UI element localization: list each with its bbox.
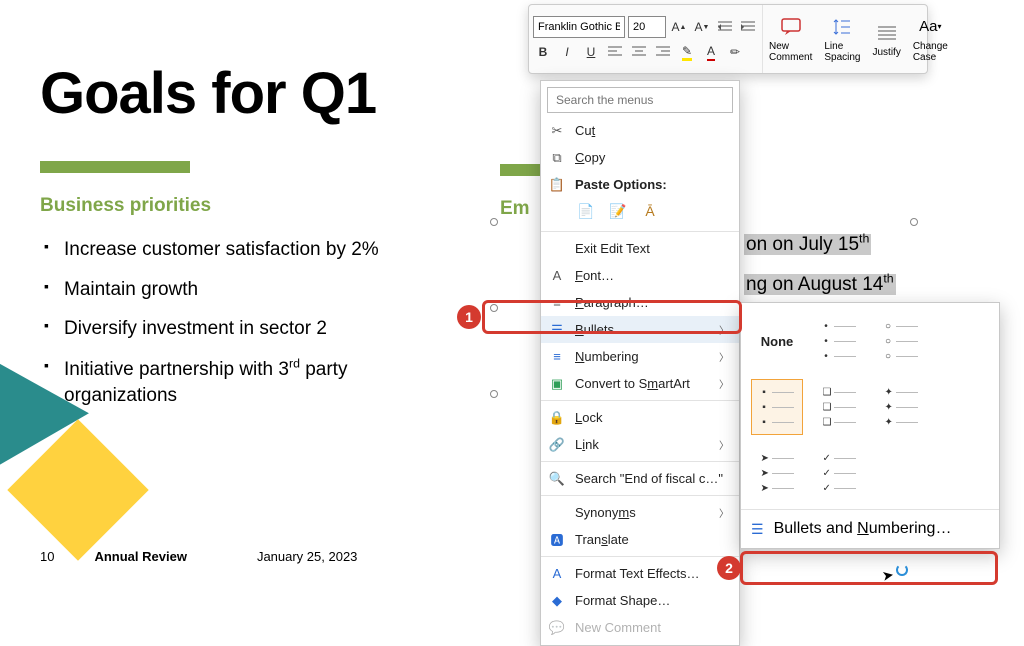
bullets-icon: ☰ — [547, 322, 567, 338]
menu-synonyms[interactable]: Synonyms〉 — [541, 499, 739, 526]
decrease-indent-icon[interactable] — [715, 17, 735, 37]
bullet-list-left: Increase customer satisfaction by 2% Mai… — [40, 237, 440, 409]
menu-paste-options-label: 📋Paste Options: — [541, 171, 739, 198]
link-icon: 🔗 — [547, 437, 567, 453]
list-item: Maintain growth — [40, 277, 440, 303]
justify-icon — [875, 21, 899, 45]
line-spacing-icon — [830, 15, 854, 39]
comment-icon — [779, 15, 803, 39]
chevron-right-icon: 〉 — [719, 505, 729, 520]
align-left-icon[interactable] — [605, 42, 625, 62]
chevron-right-icon: 〉 — [719, 376, 729, 391]
list-item: Increase customer satisfaction by 2% — [40, 237, 440, 263]
menu-format-shape[interactable]: ◆Format Shape… — [541, 587, 739, 614]
paste-text-only-icon[interactable]: Ā — [639, 200, 661, 222]
font-icon: A — [547, 268, 567, 283]
menu-convert-smartart[interactable]: ▣Convert to SmartArt〉 — [541, 370, 739, 397]
chevron-right-icon: 〉 — [719, 437, 729, 452]
list-item: Initiative partnership with 3rd party or… — [40, 356, 440, 409]
increase-indent-icon[interactable] — [738, 17, 758, 37]
list-item: Diversify investment in sector 2 — [40, 316, 440, 342]
bullet-option-check[interactable]: ✓ ✓ ✓ — [813, 445, 865, 501]
menu-exit-edit-text[interactable]: Exit Edit Text — [541, 235, 739, 262]
chevron-right-icon: 〉 — [719, 322, 729, 337]
paste-icon: 📋 — [547, 177, 567, 193]
cut-icon: ✂ — [547, 123, 567, 139]
bullet-option-star[interactable]: ✦ ✦ ✦ — [875, 379, 927, 435]
bullet-option-filled-round[interactable]: • • • — [813, 313, 865, 369]
bullet-option-hollow-square[interactable]: ❑ ❑ ❑ — [813, 379, 865, 435]
format-painter-icon[interactable]: ✏ — [725, 42, 745, 62]
new-comment-button[interactable]: New Comment — [763, 5, 818, 73]
mouse-cursor-icon: ➤ — [881, 566, 896, 585]
menu-numbering[interactable]: ≡Numbering〉 — [541, 343, 739, 370]
justify-button[interactable]: Justify — [866, 5, 906, 73]
context-menu: ✂Cut ⧉Copy 📋Paste Options: 📄 📝 Ā Exit Ed… — [540, 80, 740, 646]
menu-link[interactable]: 🔗Link〉 — [541, 431, 739, 458]
bullets-and-numbering-label: Bullets and Numbering… — [774, 520, 952, 538]
title-underline — [40, 161, 190, 173]
bullet-option-filled-square[interactable]: ▪ ▪ ▪ — [751, 379, 803, 435]
menu-lock[interactable]: 🔒Lock — [541, 404, 739, 431]
callout-badge-1: 1 — [457, 305, 481, 329]
smartart-icon: ▣ — [547, 376, 567, 392]
menu-cut[interactable]: ✂Cut — [541, 117, 739, 144]
align-center-icon[interactable] — [629, 42, 649, 62]
copy-icon: ⧉ — [547, 150, 567, 166]
increase-font-icon[interactable]: A▲ — [669, 17, 689, 37]
mini-toolbar: A▲ A▼ B I U ✎ A ✏ New Comment Line Spaci… — [528, 4, 928, 74]
footer-label: Annual Review — [94, 549, 186, 564]
paragraph-icon: ≡ — [547, 295, 567, 310]
underline-button[interactable]: U — [581, 42, 601, 62]
menu-copy[interactable]: ⧉Copy — [541, 144, 739, 171]
right-text-frag-2: ng on August 14th — [744, 272, 896, 296]
paste-merge-icon[interactable]: 📝 — [607, 200, 629, 222]
footer-date: January 25, 2023 — [257, 549, 357, 564]
menu-font[interactable]: AFont… — [541, 262, 739, 289]
menu-translate[interactable]: 🅰Translate — [541, 526, 739, 553]
subhead-business-priorities: Business priorities — [40, 195, 440, 217]
line-spacing-button[interactable]: Line Spacing — [818, 5, 866, 73]
font-color-icon[interactable]: A — [701, 42, 721, 62]
change-case-icon: Aa▾ — [918, 15, 942, 39]
bullets-and-numbering-button[interactable]: ☰ Bullets and Numbering… — [745, 514, 995, 544]
menu-paragraph[interactable]: ≡Paragraph… — [541, 289, 739, 316]
text-effects-icon: A — [547, 566, 567, 581]
page-number: 10 — [40, 549, 54, 564]
menu-search-selection[interactable]: 🔍Search "End of fiscal c…" — [541, 465, 739, 492]
menu-new-comment[interactable]: 💬New Comment — [541, 614, 739, 641]
chevron-right-icon: 〉 — [719, 349, 729, 364]
numbering-icon: ≡ — [547, 349, 567, 364]
font-size-select[interactable] — [628, 16, 666, 38]
font-family-select[interactable] — [533, 16, 625, 38]
bullets-list-icon: ☰ — [751, 521, 764, 538]
bullet-option-arrow[interactable]: ➤ ➤ ➤ — [751, 445, 803, 501]
bullet-option-none[interactable]: None — [751, 313, 803, 369]
menu-bullets[interactable]: ☰Bullets〉 — [541, 316, 739, 343]
right-text-frag-1: on on July 15th — [744, 232, 871, 256]
change-case-button[interactable]: Aa▾ Change Case — [907, 5, 954, 73]
lock-icon: 🔒 — [547, 410, 567, 426]
menu-search-input[interactable] — [547, 87, 733, 113]
format-shape-icon: ◆ — [547, 593, 567, 609]
search-icon: 🔍 — [547, 471, 567, 487]
comment-icon: 💬 — [547, 620, 567, 636]
translate-icon: 🅰 — [547, 530, 567, 549]
align-right-icon[interactable] — [653, 42, 673, 62]
italic-button[interactable]: I — [557, 42, 577, 62]
paste-keep-source-icon[interactable]: 📄 — [575, 200, 597, 222]
bullet-option-hollow-round[interactable]: ○ ○ ○ — [875, 313, 927, 369]
callout-badge-2: 2 — [717, 556, 741, 580]
menu-format-text-effects[interactable]: AFormat Text Effects… — [541, 560, 739, 587]
slide-footer: 10 Annual Review January 25, 2023 — [40, 549, 357, 564]
highlight-color-icon[interactable]: ✎ — [677, 42, 697, 62]
loading-spinner-icon — [896, 564, 908, 576]
bullets-submenu: None • • • ○ ○ ○ ▪ ▪ ▪ ❑ ❑ ❑ ✦ ✦ ✦ ➤ — [740, 302, 1000, 549]
decrease-font-icon[interactable]: A▼ — [692, 17, 712, 37]
bold-button[interactable]: B — [533, 42, 553, 62]
